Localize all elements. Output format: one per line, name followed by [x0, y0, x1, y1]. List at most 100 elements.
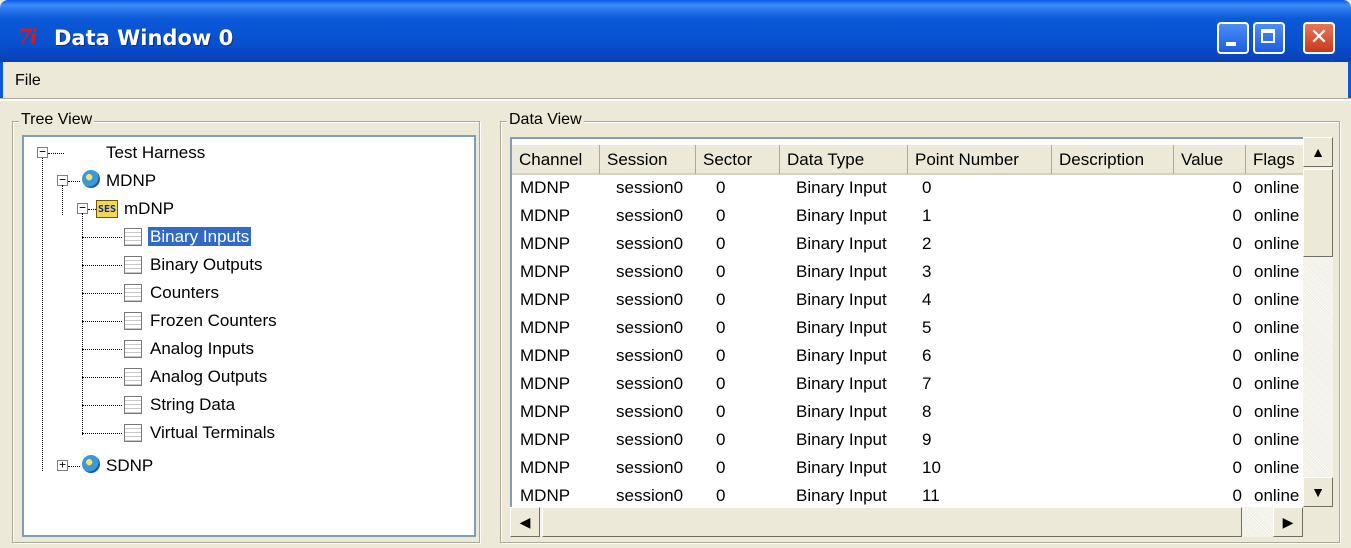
tree-view[interactable]: − Test Harness − MDNP − SES mDNP Binary …	[22, 135, 476, 537]
column-header-data-type[interactable]: Data Type	[780, 145, 908, 175]
column-header-session[interactable]: Session	[600, 145, 696, 175]
column-header-value[interactable]: Value	[1174, 145, 1246, 175]
app-logo-icon: 7i	[18, 24, 37, 48]
cell-data-type: Binary Input	[796, 374, 887, 393]
tree-node-mdnp[interactable]: MDNP	[106, 169, 156, 193]
data-grid[interactable]: Channel Session Sector Data Type Point N…	[510, 137, 1330, 537]
cell-session: session0	[616, 458, 684, 477]
cell-point-number: 10	[922, 458, 941, 477]
data-table-icon	[124, 284, 142, 302]
menu-bar: File	[0, 62, 1351, 98]
tree-node-string-data[interactable]: String Data	[150, 393, 235, 417]
cell-sector: 0	[716, 346, 726, 365]
cell-value: 0	[1232, 458, 1242, 477]
vertical-scrollbar[interactable]: ▲ ▼	[1303, 137, 1333, 507]
cell-channel: MDNP	[520, 178, 571, 197]
tree-node-frozen-counters[interactable]: Frozen Counters	[150, 309, 277, 333]
table-row[interactable]: MDNP session0 0 Binary Input 3 0 online	[512, 260, 1312, 284]
tree-node-counters[interactable]: Counters	[150, 281, 219, 305]
table-row[interactable]: MDNP session0 0 Binary Input 10 0 online	[512, 456, 1312, 480]
table-row[interactable]: MDNP session0 0 Binary Input 4 0 online	[512, 288, 1312, 312]
minimize-button[interactable]	[1217, 22, 1249, 54]
cell-flags: online	[1254, 234, 1299, 253]
cell-value: 0	[1232, 318, 1242, 337]
cell-session: session0	[616, 402, 684, 421]
cell-channel: MDNP	[520, 486, 571, 505]
cell-flags: online	[1254, 206, 1299, 225]
cell-session: session0	[616, 486, 684, 505]
cell-channel: MDNP	[520, 430, 571, 449]
tree-node-analog-inputs[interactable]: Analog Inputs	[150, 337, 254, 361]
table-row[interactable]: MDNP session0 0 Binary Input 7 0 online	[512, 372, 1312, 396]
cell-data-type: Binary Input	[796, 402, 887, 421]
tree-node-binary-inputs[interactable]: Binary Inputs	[146, 225, 253, 249]
data-table-icon	[124, 424, 142, 442]
data-table-icon	[124, 256, 142, 274]
cell-flags: online	[1254, 318, 1299, 337]
cell-value: 0	[1232, 234, 1242, 253]
table-row[interactable]: MDNP session0 0 Binary Input 8 0 online	[512, 400, 1312, 424]
tree-node-test-harness[interactable]: Test Harness	[106, 141, 205, 165]
cell-channel: MDNP	[520, 374, 571, 393]
tree-line	[82, 349, 122, 350]
cell-value: 0	[1232, 374, 1242, 393]
horizontal-scrollbar[interactable]: ◀ ▶	[510, 507, 1303, 537]
cell-point-number: 1	[922, 206, 932, 225]
table-row[interactable]: MDNP session0 0 Binary Input 5 0 online	[512, 316, 1312, 340]
table-row[interactable]: MDNP session0 0 Binary Input 9 0 online	[512, 428, 1312, 452]
tree-node-sdnp[interactable]: SDNP	[106, 454, 153, 478]
network-channel-icon	[82, 455, 100, 473]
close-button[interactable]: ✕	[1303, 22, 1335, 54]
close-icon: ✕	[1309, 25, 1329, 50]
column-header-point-number[interactable]: Point Number	[908, 145, 1052, 175]
tree-node-mdnp-session[interactable]: mDNP	[124, 197, 174, 221]
cell-point-number: 0	[922, 178, 932, 197]
cell-flags: online	[1254, 458, 1299, 477]
data-table-icon	[124, 228, 142, 246]
scrollbar-corner	[1303, 507, 1333, 537]
scroll-right-icon[interactable]: ▶	[1273, 507, 1303, 537]
cell-value: 0	[1232, 402, 1242, 421]
table-row[interactable]: MDNP session0 0 Binary Input 2 0 online	[512, 232, 1312, 256]
cell-value: 0	[1232, 430, 1242, 449]
vertical-scroll-thumb[interactable]	[1303, 169, 1333, 257]
cell-channel: MDNP	[520, 234, 571, 253]
title-bar[interactable]: 7i Data Window 0 ✕	[0, 0, 1351, 62]
table-row[interactable]: MDNP session0 0 Binary Input 11 0 online	[512, 484, 1312, 508]
scroll-down-icon[interactable]: ▼	[1303, 477, 1333, 507]
menu-file[interactable]: File	[15, 72, 41, 90]
scroll-left-icon[interactable]: ◀	[510, 507, 540, 537]
column-header-channel[interactable]: Channel	[512, 145, 600, 175]
column-header-sector[interactable]: Sector	[696, 145, 780, 175]
maximize-button[interactable]	[1253, 22, 1285, 54]
table-row[interactable]: MDNP session0 0 Binary Input 1 0 online	[512, 204, 1312, 228]
cell-sector: 0	[716, 374, 726, 393]
cell-flags: online	[1254, 486, 1299, 505]
cell-flags: online	[1254, 402, 1299, 421]
cell-session: session0	[616, 234, 684, 253]
cell-session: session0	[616, 374, 684, 393]
cell-channel: MDNP	[520, 290, 571, 309]
cell-flags: online	[1254, 346, 1299, 365]
tree-node-binary-outputs[interactable]: Binary Outputs	[150, 253, 262, 277]
cell-data-type: Binary Input	[796, 178, 887, 197]
cell-channel: MDNP	[520, 206, 571, 225]
cell-channel: MDNP	[520, 402, 571, 421]
tree-node-analog-outputs[interactable]: Analog Outputs	[150, 365, 267, 389]
cell-channel: MDNP	[520, 346, 571, 365]
cell-flags: online	[1254, 430, 1299, 449]
cell-data-type: Binary Input	[796, 430, 887, 449]
horizontal-scroll-thumb[interactable]	[542, 507, 1242, 537]
expand-icon[interactable]: +	[57, 459, 68, 471]
collapse-icon[interactable]: −	[37, 146, 48, 158]
cell-point-number: 4	[922, 290, 932, 309]
column-header-description[interactable]: Description	[1052, 145, 1174, 175]
minimize-icon	[1219, 24, 1247, 52]
scroll-up-icon[interactable]: ▲	[1303, 137, 1333, 167]
menu-divider	[0, 98, 1351, 101]
table-row[interactable]: MDNP session0 0 Binary Input 6 0 online	[512, 344, 1312, 368]
table-row[interactable]: MDNP session0 0 Binary Input 0 0 online	[512, 176, 1312, 200]
cell-data-type: Binary Input	[796, 458, 887, 477]
tree-node-virtual-terminals[interactable]: Virtual Terminals	[150, 421, 275, 445]
cell-point-number: 5	[922, 318, 932, 337]
